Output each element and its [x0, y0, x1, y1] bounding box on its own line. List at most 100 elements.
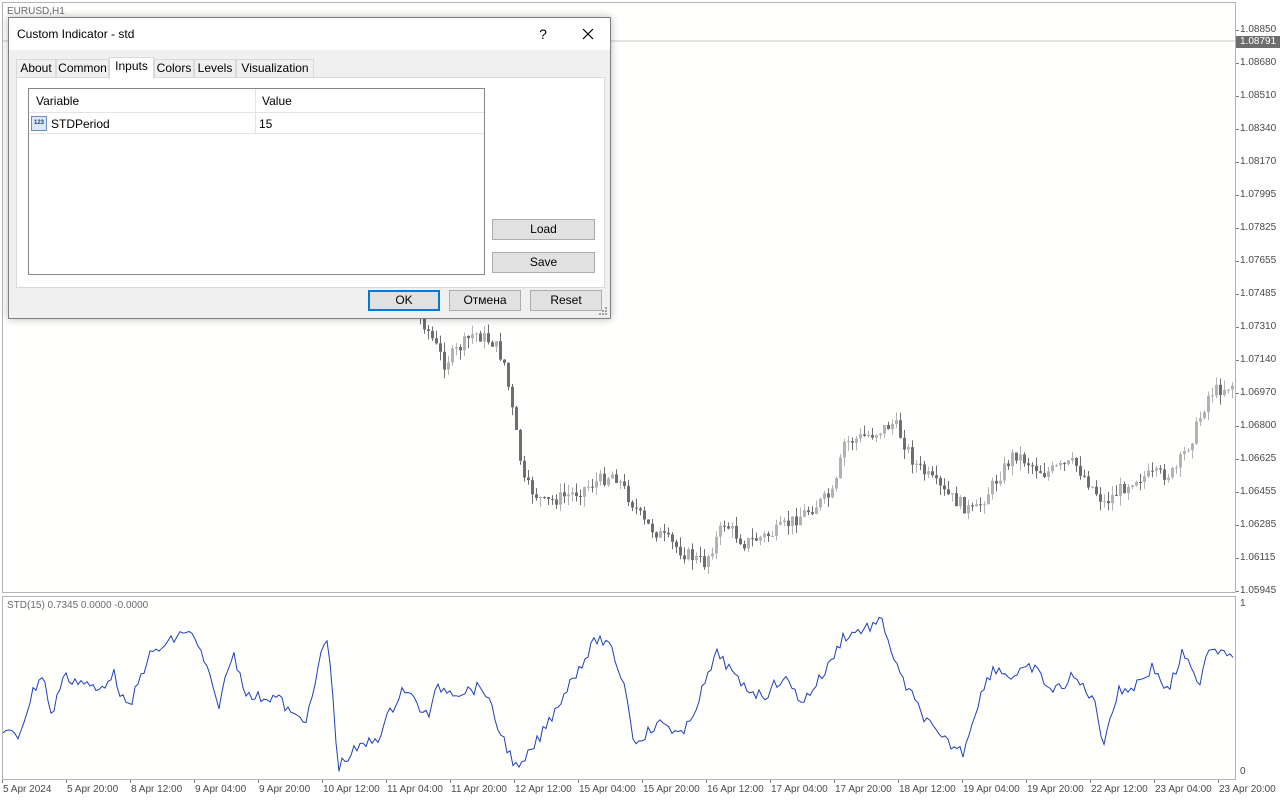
candle [447, 356, 450, 376]
candle [1011, 449, 1014, 476]
candle [711, 547, 714, 560]
load-button[interactable]: Load [492, 219, 595, 240]
candle [599, 470, 602, 486]
time-axis-tick [194, 780, 195, 783]
candle [1063, 461, 1066, 471]
table-row[interactable]: 123 STDPeriod 15 [29, 113, 484, 134]
price-axis-label: 1.07310 [1240, 321, 1277, 332]
candle [911, 440, 914, 474]
candle [743, 540, 746, 551]
candle [1107, 491, 1110, 511]
dialog-title-bar[interactable]: Custom Indicator - std ? [9, 18, 610, 50]
inputs-grid[interactable]: Variable Value 123 STDPeriod 15 [28, 88, 485, 275]
time-axis-tick [66, 780, 67, 783]
indicator-axis[interactable]: 1 0 [1236, 596, 1280, 780]
candle [803, 504, 806, 518]
tab-common[interactable]: Common [56, 59, 109, 78]
candle [771, 531, 774, 537]
time-axis[interactable]: 5 Apr 2024 5 Apr 20:00 8 Apr 12:00 9 Apr 04… [2, 780, 1280, 800]
price-axis-label: 1.06800 [1240, 420, 1277, 431]
candle [471, 325, 474, 345]
candle [639, 506, 642, 516]
candle [451, 345, 454, 367]
candle [999, 471, 1002, 486]
candle [1079, 456, 1082, 480]
indicator-subwindow[interactable]: STD(15) 0.7345 0.0000 -0.0000 [2, 596, 1236, 780]
candle [623, 474, 626, 489]
candle [755, 532, 758, 542]
candle [1183, 446, 1186, 461]
close-icon [582, 28, 594, 40]
candle [587, 480, 590, 492]
time-axis-tick [1026, 780, 1027, 783]
candle [467, 335, 470, 349]
close-button[interactable] [565, 18, 611, 50]
candle [1067, 459, 1070, 466]
time-axis-label: 18 Apr 12:00 [899, 784, 956, 795]
candle [563, 483, 566, 504]
candle [1151, 462, 1154, 478]
candle [723, 520, 726, 532]
time-axis-tick [642, 780, 643, 783]
time-axis-label: 15 Apr 04:00 [579, 784, 636, 795]
save-button[interactable]: Save [492, 252, 595, 273]
tab-levels[interactable]: Levels [194, 59, 236, 78]
candle [963, 496, 966, 514]
candle [991, 477, 994, 500]
candle [823, 490, 826, 504]
price-axis-label: 1.07140 [1240, 354, 1277, 365]
tab-visualization[interactable]: Visualization [236, 59, 314, 78]
time-axis-tick [130, 780, 131, 783]
candle [1203, 410, 1206, 420]
candle [491, 340, 494, 348]
reset-button[interactable]: Reset [530, 290, 602, 311]
candle [435, 330, 438, 345]
price-axis-tick [1236, 360, 1239, 361]
candle [1227, 389, 1230, 394]
ok-button[interactable]: OK [368, 290, 440, 311]
candle [763, 531, 766, 543]
time-axis-tick [386, 780, 387, 783]
candle [443, 342, 446, 379]
candle [895, 412, 898, 429]
variable-cell[interactable]: STDPeriod [51, 117, 110, 131]
column-header-value[interactable]: Value [262, 94, 292, 108]
time-axis-label: 23 Apr 04:00 [1155, 784, 1212, 795]
candle [899, 412, 902, 439]
candle [871, 428, 874, 440]
time-axis-tick [834, 780, 835, 783]
candle [967, 499, 970, 520]
candle [915, 459, 918, 473]
time-axis-label: 15 Apr 20:00 [643, 784, 700, 795]
candle [1143, 470, 1146, 489]
tab-inputs[interactable]: Inputs [109, 57, 154, 79]
time-axis-tick [898, 780, 899, 783]
cancel-button[interactable]: Отмена [449, 290, 521, 311]
candle [483, 326, 486, 349]
candle [575, 483, 578, 502]
help-button[interactable]: ? [520, 18, 566, 50]
candle [635, 498, 638, 515]
price-axis[interactable]: 1.08850 1.08680 1.08510 1.08340 1.08170 1.079… [1236, 2, 1280, 596]
time-axis-label: 19 Apr 04:00 [963, 784, 1020, 795]
candle [1019, 446, 1022, 471]
resize-grip-icon[interactable] [598, 306, 608, 316]
candle [979, 497, 982, 512]
value-cell[interactable]: 15 [259, 117, 272, 131]
candle [1075, 457, 1078, 472]
candle [1175, 464, 1178, 474]
tab-colors[interactable]: Colors [154, 59, 194, 78]
candle [667, 527, 670, 538]
candle [719, 521, 722, 545]
candle [1119, 477, 1122, 506]
candle [683, 547, 686, 564]
time-axis-tick [706, 780, 707, 783]
time-axis-label: 12 Apr 12:00 [515, 784, 572, 795]
tab-about[interactable]: About [16, 59, 56, 78]
candle [1091, 486, 1094, 489]
candle [627, 479, 630, 506]
price-axis-tick [1236, 492, 1239, 493]
column-header-variable[interactable]: Variable [36, 94, 79, 108]
time-axis-tick [1090, 780, 1091, 783]
candle [1035, 457, 1038, 479]
